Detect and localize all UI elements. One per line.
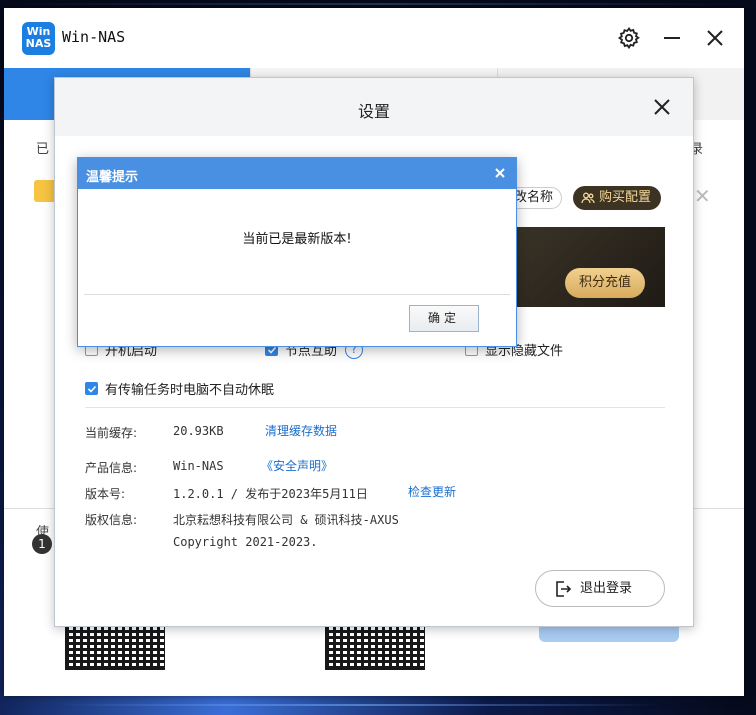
title-bar: Win NAS Win-NAS — [4, 8, 744, 68]
background-streak — [60, 704, 660, 706]
tip-header: 温馨提示 — [78, 158, 516, 189]
copyright-label: 版权信息: — [85, 513, 138, 527]
recharge-button[interactable]: 积分充值 — [565, 268, 645, 298]
clear-cache-link[interactable]: 清理缓存数据 — [265, 422, 337, 439]
settings-header: 设置 — [55, 78, 693, 136]
users-icon — [581, 192, 595, 204]
app-logo: Win NAS — [22, 22, 55, 55]
close-icon — [495, 168, 505, 178]
logout-icon — [556, 581, 572, 597]
close-icon — [707, 30, 723, 46]
background-streak — [0, 3, 756, 5]
buy-config-button[interactable]: 购买配置 — [573, 186, 661, 210]
app-title: Win-NAS — [62, 28, 126, 46]
copyright-years: Copyright 2021-2023. — [173, 535, 318, 549]
check-icon — [87, 385, 96, 393]
ok-button[interactable]: 确定 — [409, 305, 479, 332]
product-value: Win-NAS — [173, 459, 224, 473]
remove-icon[interactable]: ✕ — [694, 184, 711, 208]
logout-label: 退出登录 — [580, 581, 633, 596]
version-value: 1.2.0.1 / 发布于2023年5月11日 — [173, 487, 368, 501]
no-sleep-checkbox[interactable] — [85, 382, 98, 395]
close-app-button[interactable] — [701, 24, 729, 52]
tip-dialog: 温馨提示 当前已是最新版本! 确定 — [77, 157, 517, 347]
cache-value: 20.93KB — [173, 424, 224, 438]
settings-close-button[interactable] — [651, 96, 673, 118]
qr-code — [65, 624, 165, 670]
qr-code — [325, 624, 425, 670]
security-statement-link[interactable]: 《安全声明》 — [261, 457, 333, 474]
minimize-button[interactable] — [658, 24, 686, 52]
copyright-company: 北京耘想科技有限公司 & 硕讯科技-AXUS — [173, 513, 399, 527]
step-number: 1 — [32, 534, 52, 554]
cache-label: 当前缓存: — [85, 426, 138, 440]
background-partial-text: 已 — [36, 142, 50, 157]
gear-icon — [617, 26, 640, 50]
tip-title: 温馨提示 — [86, 170, 139, 185]
logout-button[interactable]: 退出登录 — [535, 570, 665, 607]
version-label: 版本号: — [85, 487, 126, 501]
tip-message: 当前已是最新版本! — [242, 232, 352, 247]
section-divider — [85, 407, 665, 408]
tip-divider — [84, 294, 510, 295]
product-label: 产品信息: — [85, 461, 138, 475]
settings-gear-button[interactable] — [615, 24, 643, 52]
settings-title: 设置 — [357, 102, 390, 121]
buy-config-label: 购买配置 — [599, 190, 652, 205]
check-update-link[interactable]: 检查更新 — [408, 483, 456, 500]
no-sleep-label: 有传输任务时电脑不自动休眠 — [105, 383, 275, 398]
tip-close-button[interactable] — [492, 165, 508, 181]
no-sleep-checkbox-row[interactable]: 有传输任务时电脑不自动休眠 — [85, 379, 274, 398]
logo-text-bottom: NAS — [25, 37, 52, 50]
minimize-icon — [664, 37, 680, 39]
close-icon — [654, 99, 670, 115]
